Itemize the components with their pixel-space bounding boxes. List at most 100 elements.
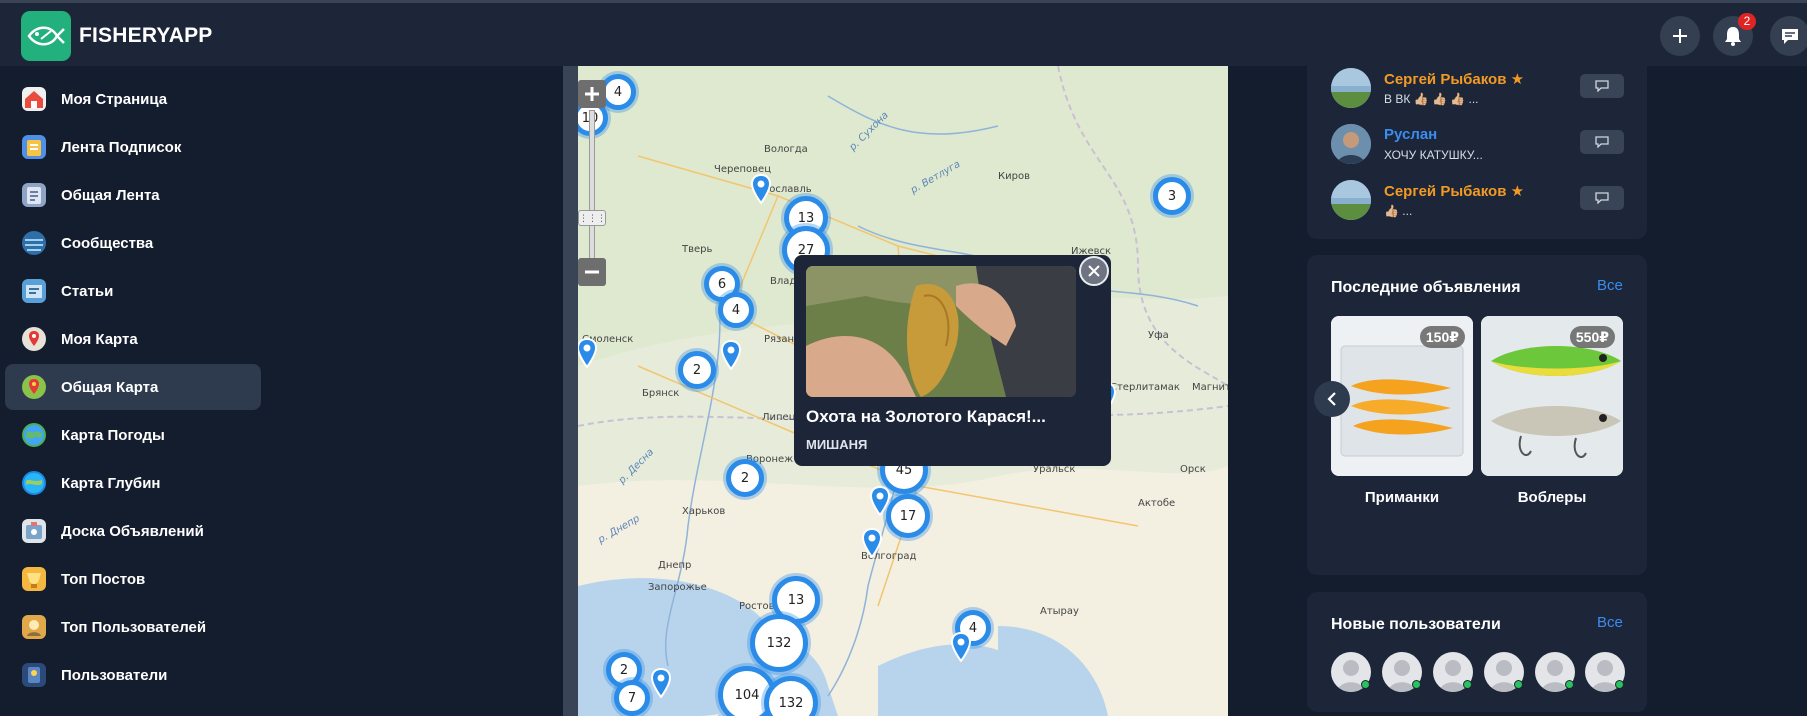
sidebar-item-communities[interactable]: Сообщества bbox=[5, 220, 261, 266]
chevron-left-icon bbox=[1327, 392, 1336, 406]
plus-icon bbox=[1673, 29, 1687, 43]
sidebar-item-label: Карта Глубин bbox=[61, 474, 161, 492]
sidebar-item-label: Моя Карта bbox=[61, 330, 138, 348]
sender-name-text: Сергей Рыбаков bbox=[1384, 183, 1507, 200]
map-cluster[interactable]: 132 bbox=[750, 614, 808, 672]
zoom-in-button[interactable] bbox=[578, 80, 606, 108]
depth-map-icon bbox=[22, 471, 46, 495]
zoom-out-button[interactable] bbox=[578, 258, 606, 286]
post-photo[interactable] bbox=[806, 266, 1076, 397]
map-cluster[interactable]: 2 bbox=[678, 351, 716, 389]
sidebar-item-label: Общая Карта bbox=[61, 378, 159, 396]
ad-card[interactable]: 550₽ bbox=[1481, 316, 1623, 476]
ad-label[interactable]: Приманки bbox=[1331, 489, 1473, 506]
ad-card[interactable]: 150₽ bbox=[1331, 316, 1473, 476]
map-pin-icon[interactable] bbox=[578, 338, 598, 368]
sidebar-item-weather-map[interactable]: Карта Погоды bbox=[5, 412, 261, 458]
sidebar-item-label: Топ Пользователей bbox=[61, 618, 207, 636]
map-place-label: Запорожье bbox=[648, 582, 707, 593]
sender-name-text: Сергей Рыбаков bbox=[1384, 71, 1507, 88]
ad-price: 550₽ bbox=[1569, 326, 1615, 348]
chat-icon bbox=[1782, 29, 1798, 44]
top-posts-icon bbox=[22, 567, 46, 591]
map-cluster[interactable]: 17 bbox=[886, 494, 930, 538]
message-sender-name: Сергей Рыбаков ★ bbox=[1384, 70, 1524, 88]
ad-price: 150₽ bbox=[1419, 326, 1465, 348]
map-place-label: Днепр bbox=[658, 560, 692, 571]
message-item[interactable]: Руслан ХОЧУ КАТУШКУ... bbox=[1331, 124, 1631, 168]
top-users-icon bbox=[22, 615, 46, 639]
online-indicator bbox=[1412, 680, 1421, 689]
post-title[interactable]: Охота на Золотого Карася!... bbox=[806, 407, 1046, 427]
online-indicator bbox=[1615, 680, 1624, 689]
add-button[interactable] bbox=[1660, 16, 1700, 56]
sidebar-item-depth-map[interactable]: Карта Глубин bbox=[5, 460, 261, 506]
chat-icon bbox=[1595, 136, 1609, 148]
subscriptions-icon bbox=[22, 135, 46, 159]
new-users-title: Новые пользователи bbox=[1331, 616, 1501, 633]
sidebar-item-label: Карта Погоды bbox=[61, 426, 165, 444]
message-sender-name: Руслан bbox=[1384, 126, 1437, 143]
map-pin-icon[interactable] bbox=[869, 486, 891, 516]
sidebar-item-users[interactable]: Пользователи bbox=[5, 652, 261, 698]
map-place-label: Киров bbox=[998, 171, 1030, 182]
message-item[interactable]: Сергей Рыбаков ★ В ВК 👍🏼 👍🏼 👍🏼 ... bbox=[1331, 68, 1631, 112]
messages-button[interactable] bbox=[1770, 16, 1807, 56]
map-cluster[interactable]: 2 bbox=[726, 459, 764, 497]
weather-map-icon bbox=[22, 423, 46, 447]
sidebar-item-label: Сообщества bbox=[61, 234, 154, 252]
sidebar-item-ads-board[interactable]: Доска Объявлений bbox=[5, 508, 261, 554]
message-sender-name: Сергей Рыбаков ★ bbox=[1384, 182, 1524, 200]
sidebar-item-articles[interactable]: Статьи bbox=[5, 268, 261, 314]
sidebar-item-my-page[interactable]: Моя Страница bbox=[5, 76, 261, 122]
sidebar-item-global-map[interactable]: Общая Карта bbox=[5, 364, 261, 410]
map-place-label: Актобе bbox=[1138, 498, 1176, 509]
zoom-slider-track[interactable] bbox=[589, 110, 595, 260]
articles-icon bbox=[22, 279, 46, 303]
reply-button[interactable] bbox=[1580, 186, 1624, 210]
map-pin-icon[interactable] bbox=[861, 528, 883, 558]
map-place-label: Стерлитамак bbox=[1110, 382, 1180, 393]
ads-all-link[interactable]: Все bbox=[1597, 277, 1623, 294]
reply-button[interactable] bbox=[1580, 130, 1624, 154]
message-preview: В ВК 👍🏼 👍🏼 👍🏼 ... bbox=[1384, 92, 1479, 106]
sidebar-item-top-users[interactable]: Топ Пользователей bbox=[5, 604, 261, 650]
ads-board-icon bbox=[22, 519, 46, 543]
map-cluster[interactable]: 3 bbox=[1153, 177, 1191, 215]
map-place-label: Уфа bbox=[1148, 330, 1169, 341]
message-preview: ХОЧУ КАТУШКУ... bbox=[1384, 148, 1483, 162]
map-place-label: Брянск bbox=[642, 388, 680, 399]
carousel-prev-button[interactable] bbox=[1314, 381, 1350, 417]
reply-button[interactable] bbox=[1580, 74, 1624, 98]
map-cluster[interactable]: 4 bbox=[718, 292, 754, 328]
app-brand[interactable]: FISHERYAPP bbox=[79, 24, 213, 48]
map-pin-icon[interactable] bbox=[650, 668, 672, 698]
popup-close-button[interactable] bbox=[1079, 256, 1109, 286]
map-place-label: Орск bbox=[1180, 464, 1206, 475]
new-users-all-link[interactable]: Все bbox=[1597, 614, 1623, 631]
sidebar-item-label: Пользователи bbox=[61, 666, 168, 684]
avatar[interactable] bbox=[1331, 180, 1371, 220]
zoom-slider-handle[interactable]: ⋮⋮⋮ bbox=[578, 210, 606, 226]
ad-label[interactable]: Воблеры bbox=[1481, 489, 1623, 506]
sidebar-item-subscriptions[interactable]: Лента Подписок bbox=[5, 124, 261, 170]
close-icon bbox=[1088, 265, 1100, 277]
map-pin-icon[interactable] bbox=[720, 340, 742, 370]
avatar[interactable] bbox=[1331, 68, 1371, 108]
sidebar-item-feed[interactable]: Общая Лента bbox=[5, 172, 261, 218]
message-item[interactable]: Сергей Рыбаков ★ 👍🏼 ... bbox=[1331, 180, 1631, 224]
post-author[interactable]: МИШАНЯ bbox=[806, 437, 867, 452]
star-icon: ★ bbox=[1510, 183, 1525, 200]
map-pin-icon[interactable] bbox=[950, 632, 972, 662]
fish-logo-icon[interactable] bbox=[21, 11, 71, 61]
map-pin-icon[interactable] bbox=[750, 174, 772, 204]
minus-icon bbox=[585, 270, 599, 274]
ads-panel-title: Последние объявления bbox=[1331, 279, 1521, 296]
map-post-popup[interactable]: Охота на Золотого Карася!... МИШАНЯ bbox=[794, 255, 1111, 466]
map-cluster[interactable]: 7 bbox=[614, 680, 650, 716]
sidebar-item-top-posts[interactable]: Топ Постов bbox=[5, 556, 261, 602]
avatar[interactable] bbox=[1331, 124, 1371, 164]
sidebar-item-my-map[interactable]: Моя Карта bbox=[5, 316, 261, 362]
users-icon bbox=[22, 663, 46, 687]
online-indicator bbox=[1361, 680, 1370, 689]
